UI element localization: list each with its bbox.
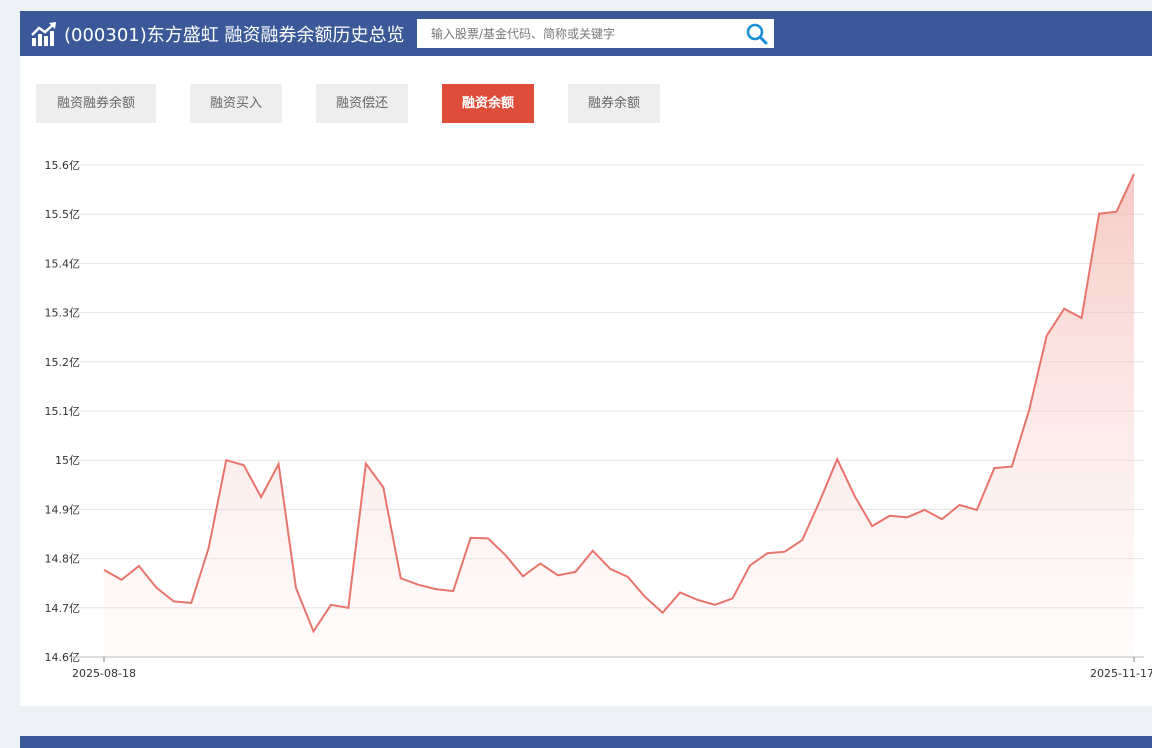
area-fill <box>104 173 1134 657</box>
y-tick-label: 15.6亿 <box>45 159 81 172</box>
y-tick-label: 15.5亿 <box>45 208 81 221</box>
y-tick-label: 15.4亿 <box>45 257 81 270</box>
footer-bar <box>20 736 1152 748</box>
header-bar: (000301)东方盛虹 融资融券余额历史总览 <box>20 11 1152 56</box>
search-icon <box>746 23 768 44</box>
y-tick-label: 14.7亿 <box>45 602 81 615</box>
search-button[interactable] <box>740 19 774 48</box>
y-tick-label: 15亿 <box>55 454 80 467</box>
search-box <box>417 19 774 48</box>
x-tick-label-start: 2025-08-18 <box>72 667 136 680</box>
y-tick-label: 15.1亿 <box>45 405 81 418</box>
search-input[interactable] <box>417 20 740 47</box>
y-tick-label: 15.3亿 <box>45 307 81 320</box>
y-tick-label: 14.9亿 <box>45 503 81 516</box>
x-tick-label-end: 2025-11-17 <box>1090 667 1152 680</box>
financing-balance-chart: 14.6亿14.7亿14.8亿14.9亿15亿15.1亿15.2亿15.3亿15… <box>45 159 1152 680</box>
y-axis-labels: 14.6亿14.7亿14.8亿14.9亿15亿15.1亿15.2亿15.3亿15… <box>45 159 81 664</box>
chart-up-icon <box>30 20 58 48</box>
y-tick-label: 15.2亿 <box>45 356 81 369</box>
chart-panel: 融资融券余额 融资买入 融资偿还 融资余额 融券余额 14.6亿 14.7亿 14.… <box>20 56 1152 706</box>
y-tick-label: 14.8亿 <box>45 553 81 566</box>
page-title: (000301)东方盛虹 融资融券余额历史总览 <box>64 24 405 46</box>
